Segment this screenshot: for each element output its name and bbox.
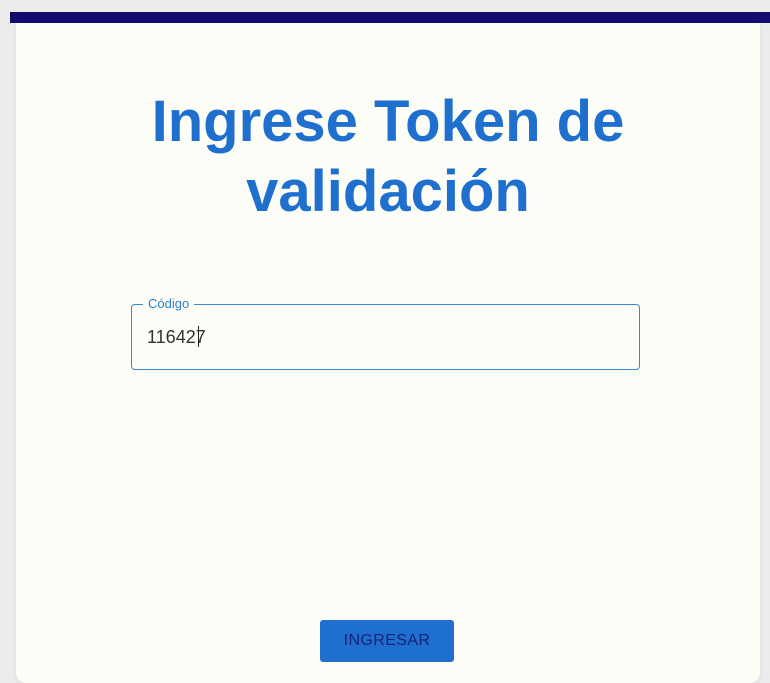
token-validation-card: Ingrese Token de validación Código INGRE… — [16, 23, 760, 683]
code-input[interactable] — [147, 323, 617, 351]
code-field[interactable]: Código — [131, 296, 640, 370]
top-navigation-bar — [10, 12, 770, 23]
page-title: Ingrese Token de validación — [151, 89, 625, 224]
text-caret — [198, 326, 199, 347]
code-field-label: Código — [143, 296, 195, 312]
submit-button[interactable]: INGRESAR — [320, 620, 454, 662]
